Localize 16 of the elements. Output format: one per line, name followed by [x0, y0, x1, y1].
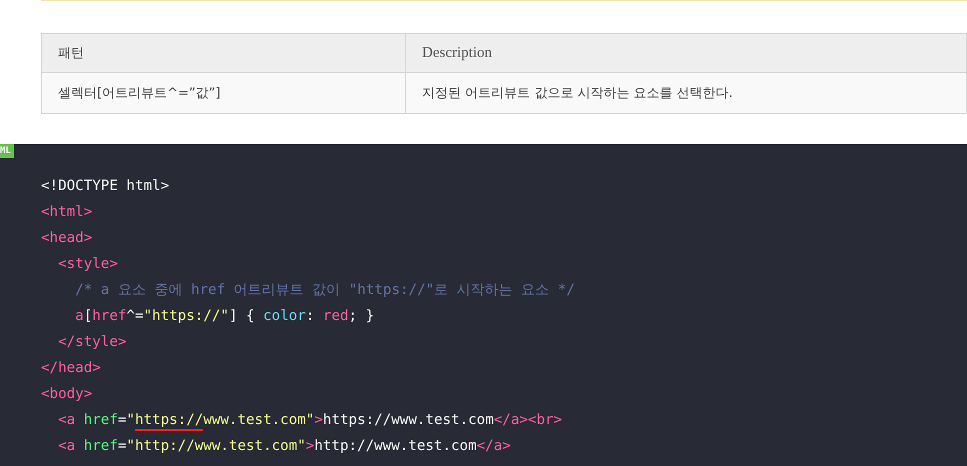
column-header: Description — [406, 34, 966, 72]
code-line: <a href="http://www.test.com">http://www.test.com</a> — [58, 437, 511, 456]
code-line: </style> — [58, 333, 126, 352]
code-line: </head> — [41, 359, 101, 378]
code-line: <style> — [58, 255, 118, 274]
column-header: 패턴 — [42, 34, 406, 72]
code-line: <head> — [41, 229, 92, 248]
table-cell: 셀렉터[어트리뷰트^=”값”] — [42, 72, 406, 114]
code-line: a[href^="https://"] { color: red; } — [75, 307, 374, 326]
code-line: <body> — [41, 385, 92, 404]
code-line: <!DOCTYPE html> — [41, 177, 170, 196]
language-badge: ML — [0, 144, 14, 158]
code-line: <a href="https://www.test.com">https://www.test.com</a><br> — [58, 407, 562, 433]
table-cell: 지정된 어트리뷰트 값으로 시작하는 요소를 선택한다. — [406, 72, 966, 114]
code-line: <html> — [41, 203, 92, 222]
code-line: /* a 요소 중에 href 어트리뷰트 값이 "https://"로 시작하는 요소 */ — [75, 281, 575, 300]
